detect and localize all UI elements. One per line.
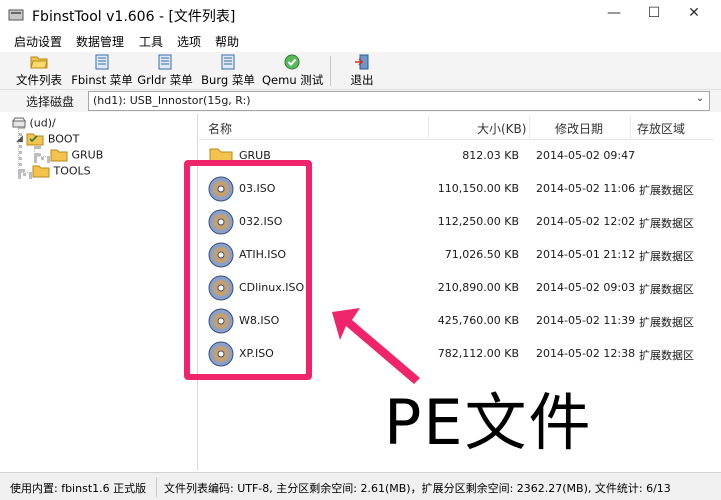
document-icon [158, 54, 172, 70]
menu-data-management[interactable]: 数据管理 [76, 33, 124, 50]
exit-icon [355, 54, 369, 70]
drive-icon [12, 117, 26, 128]
menu-help[interactable]: 帮助 [215, 33, 239, 50]
disk-select-value: (hd1): USB_Innostor(15g, R:) [93, 94, 251, 107]
disk-select-label: 选择磁盘 [26, 95, 75, 109]
title-bar: FbinstTool v1.606 - [文件列表] — ☐ ✕ [0, 0, 721, 30]
menu-boot-settings[interactable]: 启动设置 [14, 33, 62, 50]
folder-tree: (ud)/ ◢ BOOT GRUB TOOLS [8, 114, 198, 470]
folder-icon [50, 149, 68, 162]
status-info: 文件列表编码: UTF-8, 主分区剩余空间: 2.61(MB)，扩展分区剩余空… [164, 482, 671, 495]
qemu-icon [284, 54, 300, 70]
tree-node-boot[interactable]: ◢ BOOT [16, 132, 79, 148]
app-icon [8, 9, 24, 21]
highlight-box [184, 160, 312, 380]
minimize-button[interactable]: — [594, 0, 634, 28]
close-button[interactable]: ✕ [674, 0, 714, 28]
column-size[interactable]: 大小(KB) [477, 120, 526, 137]
disk-select-dropdown[interactable]: (hd1): USB_Innostor(15g, R:) ⌄ [88, 91, 710, 111]
chevron-down-icon[interactable]: ⌄ [693, 93, 707, 109]
menu-bar: 启动设置 数据管理 工具 选项 帮助 [0, 30, 721, 52]
status-bar: 使用内置: fbinst1.6 正式版 文件列表编码: UTF-8, 主分区剩余… [0, 472, 721, 500]
column-date[interactable]: 修改日期 [555, 120, 603, 137]
annotation-text: PE文件 [384, 386, 593, 459]
disk-select-row: 选择磁盘 (hd1): USB_Innostor(15g, R:) ⌄ [0, 90, 721, 112]
toolbar-separator [330, 56, 331, 86]
menu-tools[interactable]: 工具 [139, 33, 163, 50]
file-list-header: 名称 大小(KB) 修改日期 存放区域 [199, 114, 713, 140]
column-divider[interactable] [428, 116, 429, 138]
burg-menu-button[interactable]: Burg 菜单 [200, 54, 256, 88]
column-divider[interactable] [630, 116, 631, 138]
tree-connector [34, 156, 50, 160]
folder-icon [26, 133, 44, 146]
status-separator [156, 477, 157, 497]
file-list-button[interactable]: 文件列表 [12, 54, 66, 88]
document-icon [221, 54, 235, 70]
folder-icon [32, 165, 50, 178]
status-engine: 使用内置: fbinst1.6 正式版 [10, 482, 147, 495]
tree-connector [18, 172, 32, 176]
exit-button[interactable]: 退出 [344, 54, 380, 88]
column-divider[interactable] [529, 116, 530, 138]
toolbar: 文件列表 Fbinst 菜单 Grldr 菜单 Burg 菜单 Qemu 测试 [0, 52, 721, 90]
fbinst-menu-button[interactable]: Fbinst 菜单 [70, 54, 134, 88]
tree-node-grub[interactable]: GRUB [50, 148, 103, 164]
tree-node-tools[interactable]: TOOLS [32, 164, 91, 180]
qemu-test-button[interactable]: Qemu 测试 [262, 54, 323, 88]
tree-node-root[interactable]: (ud)/ [12, 116, 56, 132]
column-area[interactable]: 存放区域 [637, 120, 685, 137]
column-name[interactable]: 名称 [208, 120, 232, 137]
grldr-menu-button[interactable]: Grldr 菜单 [137, 54, 193, 88]
collapse-icon[interactable]: ◢ [16, 134, 23, 144]
folder-open-icon [30, 56, 48, 69]
menu-options[interactable]: 选项 [177, 33, 201, 50]
document-icon [95, 54, 109, 70]
maximize-button[interactable]: ☐ [634, 0, 674, 28]
window-title: FbinstTool v1.606 - [文件列表] [32, 9, 236, 25]
